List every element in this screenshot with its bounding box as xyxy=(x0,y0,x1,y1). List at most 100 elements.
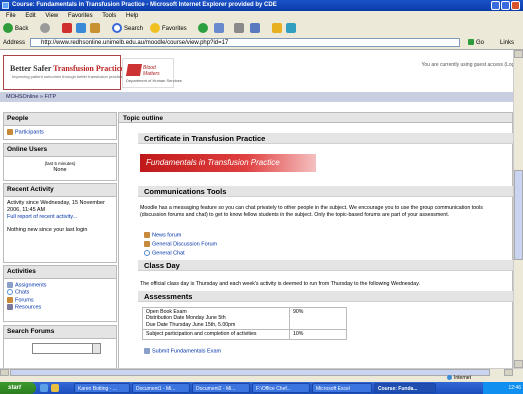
menu-edit[interactable]: Edit xyxy=(25,13,35,19)
online-users-heading: Online Users xyxy=(4,144,116,157)
logo-title: Better Safer Transfusion Practice xyxy=(10,64,124,73)
chat-icon xyxy=(144,250,150,256)
forums-item[interactable]: Forums xyxy=(7,296,113,304)
forum-icon xyxy=(7,296,13,303)
folder-icon xyxy=(272,23,282,34)
assessment-desc: Open Book Exam Distribution Date Monday … xyxy=(142,306,290,331)
close-button[interactable] xyxy=(511,1,520,10)
task-outlook[interactable]: Karen Botting - ... xyxy=(74,383,130,393)
table-row: Open Book Exam Distribution Date Monday … xyxy=(142,306,347,331)
mail-button[interactable] xyxy=(214,23,226,35)
resources-item[interactable]: Resources xyxy=(7,304,113,311)
blood-drop-icon xyxy=(125,64,143,76)
scroll-left-button[interactable] xyxy=(0,369,9,376)
messenger-button[interactable] xyxy=(272,23,284,35)
go-button[interactable]: Go xyxy=(468,37,484,49)
research-button[interactable] xyxy=(286,23,298,35)
logo2-title: Blood Matters xyxy=(143,65,160,77)
search-button[interactable]: Search xyxy=(112,23,143,35)
address-field[interactable]: http://www.redhsonline.unimelb.edu.au/mo… xyxy=(30,38,460,47)
search-forums-go-button[interactable] xyxy=(92,343,101,354)
home-icon xyxy=(90,23,100,34)
menu-help[interactable]: Help xyxy=(126,13,138,19)
general-chat-link[interactable]: General Chat xyxy=(144,250,185,256)
go-arrow-icon xyxy=(468,39,474,46)
minimize-button[interactable] xyxy=(491,1,500,10)
hscroll-thumb[interactable] xyxy=(10,369,490,376)
course-banner: Fundamentals in Transfusion Practice xyxy=(140,154,316,172)
participants-icon xyxy=(7,129,13,135)
people-list: Participants xyxy=(4,126,116,139)
search-forums-input[interactable] xyxy=(32,343,94,354)
assignment-icon xyxy=(144,348,150,354)
menu-bar: File Edit View Favorites Tools Help xyxy=(0,11,523,21)
chats-item[interactable]: Chats xyxy=(7,289,113,296)
favorites-button[interactable]: Favorites xyxy=(150,23,187,35)
activities-heading: Activities xyxy=(4,266,116,279)
scroll-right-button[interactable] xyxy=(504,369,513,376)
maximize-button[interactable] xyxy=(501,1,510,10)
forward-button[interactable] xyxy=(40,23,52,35)
task-document1[interactable]: Document1 - Mi... xyxy=(132,383,190,393)
edit-button[interactable] xyxy=(250,23,262,35)
assessment-weight: 10% xyxy=(289,329,347,340)
breadcrumb: MOHSOnline » FiTP xyxy=(0,92,513,102)
certificate-heading: Certificate in Transfusion Practice xyxy=(138,133,513,144)
assignments-item[interactable]: Assignments xyxy=(7,282,113,289)
print-icon xyxy=(234,23,244,34)
search-forums-heading: Search Forums xyxy=(4,326,116,339)
title-bar: Course: Fundamentals in Transfusion Prac… xyxy=(0,0,523,11)
clock: 12:46 xyxy=(508,385,521,391)
back-arrow-icon xyxy=(3,23,13,34)
menu-tools[interactable]: Tools xyxy=(102,13,116,19)
print-button[interactable] xyxy=(234,23,246,35)
quicklaunch-ie-icon[interactable] xyxy=(40,384,48,392)
logo2-subtitle: Department of Human Services xyxy=(126,78,182,83)
people-block: People Participants xyxy=(3,112,117,140)
chat-icon xyxy=(7,289,13,296)
topic-outline-header: Topic outline xyxy=(118,112,513,123)
refresh-button[interactable] xyxy=(76,23,88,35)
stop-icon xyxy=(62,23,72,34)
assessments-table: Open Book Exam Distribution Date Monday … xyxy=(142,306,347,340)
vertical-scrollbar[interactable] xyxy=(513,50,523,368)
search-icon xyxy=(112,23,122,34)
scroll-down-button[interactable] xyxy=(514,360,523,368)
links-button[interactable]: Links xyxy=(500,37,514,49)
scroll-up-button[interactable] xyxy=(514,50,523,58)
table-row: Subject participation and completion of … xyxy=(142,329,347,340)
scroll-thumb[interactable] xyxy=(514,170,523,260)
taskbar: start Karen Botting - ... Document1 - Mi… xyxy=(0,382,523,394)
window-title: Course: Fundamentals in Transfusion Prac… xyxy=(12,2,277,8)
recent-activity-block: Recent Activity Activity since Wednesday… xyxy=(3,183,117,263)
refresh-icon xyxy=(76,23,86,34)
assessments-heading: Assessments xyxy=(138,291,513,302)
history-button[interactable] xyxy=(198,23,210,35)
submit-exam-link[interactable]: Submit Fundamentals Exam xyxy=(144,348,221,354)
full-report-link[interactable]: Full report of recent activity... xyxy=(7,214,113,221)
general-discussion-link[interactable]: General Discussion Forum xyxy=(144,241,217,247)
back-button[interactable]: Back xyxy=(3,23,28,35)
menu-favorites[interactable]: Favorites xyxy=(68,13,93,19)
login-status[interactable]: You are currently using guest access (Lo… xyxy=(360,62,520,68)
news-forum-link[interactable]: News forum xyxy=(144,232,181,238)
start-button[interactable]: start xyxy=(0,382,36,394)
task-ie-course[interactable]: Course: Funda... xyxy=(374,383,436,393)
class-day-text: The official class day is Thursday and e… xyxy=(140,281,420,287)
quicklaunch-folder-icon[interactable] xyxy=(51,384,59,392)
task-document2[interactable]: Document2 - Mi... xyxy=(192,383,250,393)
system-tray: 12:46 xyxy=(483,382,523,394)
participants-link[interactable]: Participants xyxy=(15,129,44,135)
home-button[interactable] xyxy=(90,23,102,35)
task-excel[interactable]: Microsoft Excel xyxy=(312,383,372,393)
ie-icon xyxy=(2,2,9,9)
class-day-heading: Class Day xyxy=(138,260,513,271)
site-logo[interactable]: Better Safer Transfusion Practice Improv… xyxy=(3,55,124,90)
horizontal-scrollbar[interactable] xyxy=(0,368,523,376)
breadcrumb-text[interactable]: MOHSOnline » FiTP xyxy=(6,94,56,100)
menu-file[interactable]: File xyxy=(6,13,16,19)
menu-view[interactable]: View xyxy=(45,13,58,19)
task-folder[interactable]: F:\Office Chef... xyxy=(252,383,310,393)
online-users-content: (last 5 minutes) None xyxy=(4,157,116,177)
stop-button[interactable] xyxy=(62,23,74,35)
